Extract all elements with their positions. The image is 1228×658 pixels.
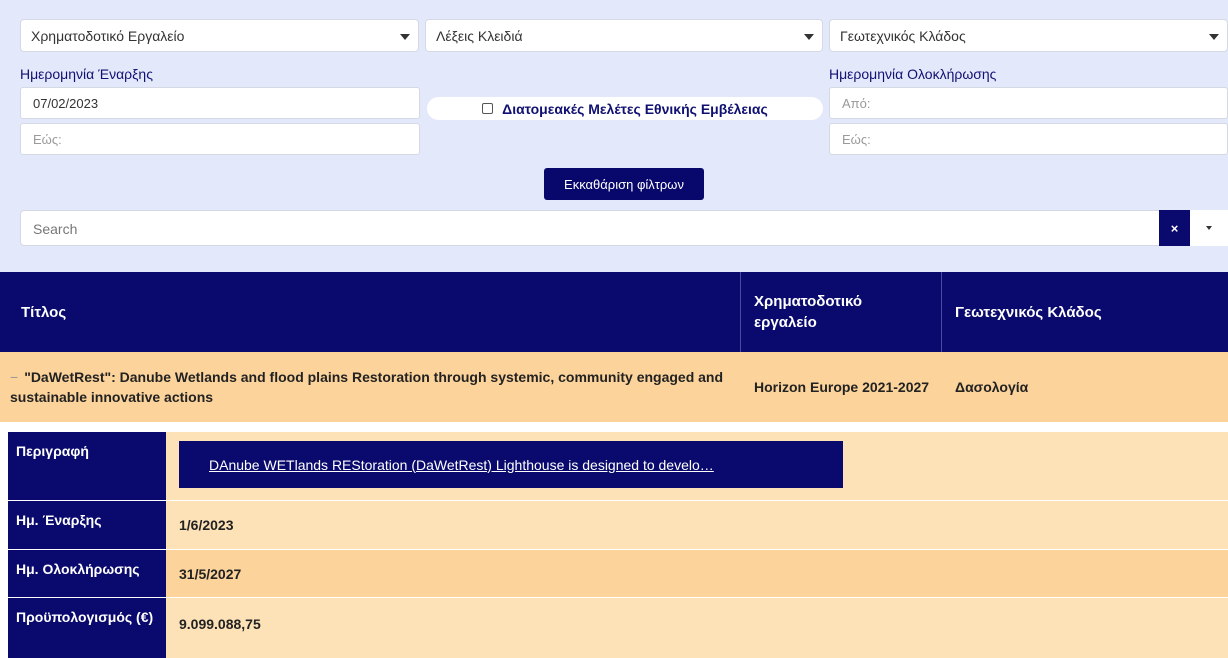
row-funding: Horizon Europe 2021-2027 <box>754 379 930 395</box>
column-header-funding[interactable]: Χρηματοδοτικό εργαλείο <box>741 272 941 352</box>
row-branch: Δασολογία <box>955 379 1029 395</box>
search-dropdown-button[interactable] <box>1190 210 1228 246</box>
end-date-from-input[interactable]: Από: <box>829 87 1228 119</box>
end-date-to-input[interactable]: Εώς: <box>829 123 1228 155</box>
row-title: − "DaWetRest": Danube Wetlands and flood … <box>10 367 734 407</box>
chevron-down-icon <box>400 34 410 40</box>
chevron-down-icon <box>804 34 814 40</box>
detail-description-label: Περιγραφή <box>8 432 166 500</box>
search-input[interactable]: Search <box>20 210 1190 246</box>
table-row[interactable]: − "DaWetRest": Danube Wetlands and flood … <box>0 352 1228 422</box>
keywords-select-value: Λέξεις Κλειδιά <box>436 28 523 44</box>
cross-sector-checkbox[interactable]: Διατομεακές Μελέτες Εθνικής Εμβέλειας <box>427 97 823 120</box>
cross-sector-label: Διατομεακές Μελέτες Εθνικής Εμβέλειας <box>502 100 768 117</box>
table-header: Τίτλος Χρηματοδοτικό εργαλείο Γεωτεχνικό… <box>0 272 1228 352</box>
detail-budget-value: 9.099.088,75 <box>166 598 1228 658</box>
detail-end-label: Ημ. Ολοκλήρωσης <box>8 550 166 597</box>
detail-start-value: 1/6/2023 <box>166 501 1228 549</box>
keywords-select[interactable]: Λέξεις Κλειδιά <box>425 19 823 52</box>
geotech-branch-select-value: Γεωτεχνικός Κλάδος <box>840 28 966 44</box>
detail-end-row: Ημ. Ολοκλήρωσης 31/5/2027 <box>8 550 1228 597</box>
start-date-label: Ημερομηνία Έναρξης <box>20 66 153 82</box>
end-date-label: Ημερομηνία Ολοκλήρωσης <box>829 66 997 82</box>
filters-panel: Χρηματοδοτικό Εργαλείο Λέξεις Κλειδιά Γε… <box>0 0 1228 272</box>
row-title-text: "DaWetRest": Danube Wetlands and flood p… <box>10 369 724 405</box>
detail-budget-row: Προϋπολογισμός (€) 9.099.088,75 <box>8 598 1228 658</box>
funding-tool-select[interactable]: Χρηματοδοτικό Εργαλείο <box>20 19 419 52</box>
search-clear-button[interactable]: × <box>1159 210 1190 246</box>
column-header-branch[interactable]: Γεωτεχνικός Κλάδος <box>942 272 1228 352</box>
start-date-from-input[interactable]: 07/02/2023 <box>20 87 420 119</box>
chevron-down-icon <box>1209 34 1219 40</box>
checkbox-icon[interactable] <box>482 103 494 114</box>
row-title-cell: − "DaWetRest": Danube Wetlands and flood … <box>10 352 734 422</box>
detail-start-row: Ημ. Έναρξης 1/6/2023 <box>8 501 1228 549</box>
funding-tool-select-value: Χρηματοδοτικό Εργαλείο <box>31 28 185 44</box>
detail-end-value: 31/5/2027 <box>166 550 1228 597</box>
clear-filters-button[interactable]: Εκκαθάριση φίλτρων <box>544 168 704 200</box>
collapse-icon[interactable]: − <box>10 369 18 385</box>
close-icon: × <box>1170 220 1179 236</box>
geotech-branch-select[interactable]: Γεωτεχνικός Κλάδος <box>829 19 1228 52</box>
detail-start-label: Ημ. Έναρξης <box>8 501 166 549</box>
start-date-to-input[interactable]: Εώς: <box>20 123 420 155</box>
detail-budget-label: Προϋπολογισμός (€) <box>8 598 166 658</box>
chevron-down-icon <box>1206 226 1212 230</box>
description-link[interactable]: DAnube WETlands REStoration (DaWetRest) … <box>179 441 843 488</box>
column-header-title[interactable]: Τίτλος <box>8 272 740 352</box>
